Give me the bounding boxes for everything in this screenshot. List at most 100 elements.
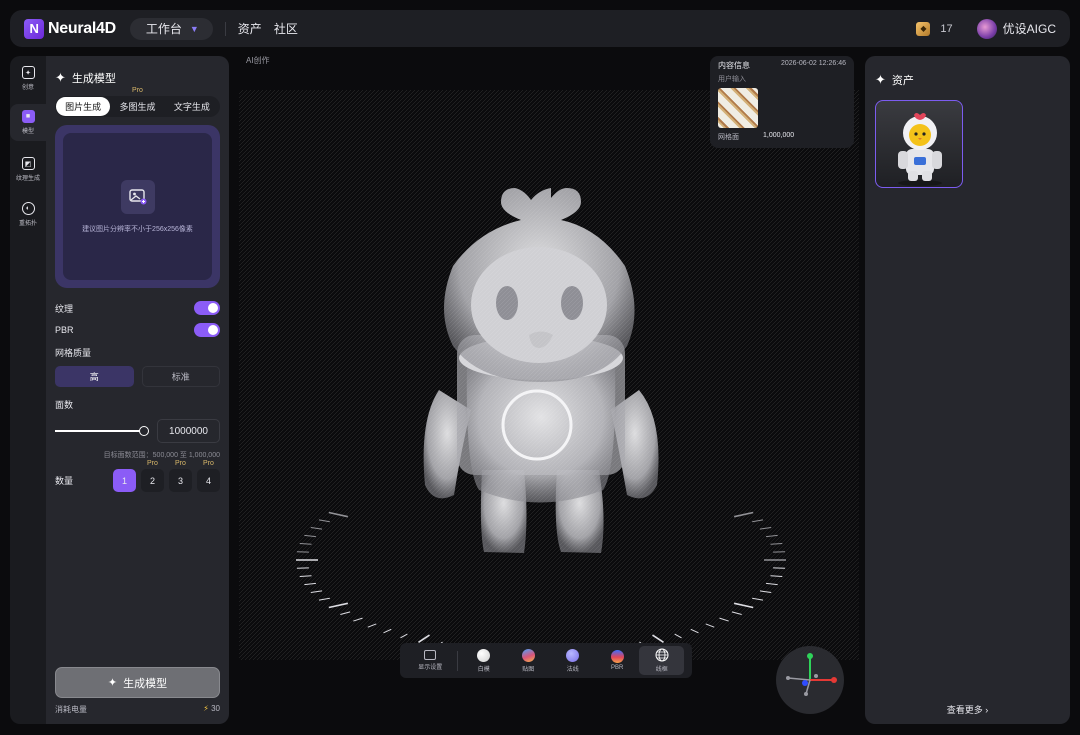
rail-item-label: 纹理生成 [15,176,40,182]
tool-label: 显示设置 [418,665,443,671]
sparkle-icon: ✦ [107,677,118,689]
sparkle-icon: ✦ [875,72,886,87]
tool-label: 白模 [477,666,490,673]
rail-item-label: 重拓扑 [18,221,37,227]
face-count-slider[interactable] [55,426,149,436]
cost-label: 消耗电量 [55,705,87,714]
face-count-label: 面数 [55,400,74,410]
tab-text[interactable]: 文字生成 [165,97,219,116]
panel-header: ✦ 生成模型 [55,70,220,86]
pro-badge: Pro [203,460,214,467]
breadcrumb: AI创作 [246,56,270,65]
quality-standard-button[interactable]: 标准 [141,366,220,387]
count-option-4[interactable]: Pro 4 [197,460,220,492]
face-count-row: 1000000 [55,419,220,443]
tool-label: 贴图 [522,666,535,673]
logo-icon: N [24,18,44,39]
generate-model-button[interactable]: ✦ 生成模型 [55,667,220,698]
pbr-toggle[interactable] [194,323,220,337]
image-upload-icon [120,179,155,214]
axis-gizmo[interactable] [776,646,844,714]
count-value: 4 [205,475,211,486]
display-settings-button[interactable]: 显示设置 [408,646,453,675]
white-sphere-icon [477,648,491,662]
face-range-note: 目标面数范围：500,000 至 1,000,000 [103,452,220,459]
tool-texture[interactable]: 贴图 [506,646,551,675]
pbr-label: PBR [55,325,74,335]
tool-normal[interactable]: 法线 [550,646,595,675]
brand-logo[interactable]: N Neural4D [24,18,116,39]
pro-badge: Pro [175,460,186,467]
texture-row: 纹理 [55,301,220,315]
tool-white-model[interactable]: 白模 [461,646,506,675]
upload-inner: 建议图片分辨率不小于256x256像素 [63,133,212,280]
chevron-down-icon: ▼ [189,23,199,34]
rail-item-label: 模型 [21,129,34,135]
info-timestamp: 2026-06-02 12:26:46 [781,60,846,67]
workspace-dropdown[interactable]: 工作台 ▼ [129,17,213,40]
chevron-right-icon: › [985,705,989,715]
rail-item-retopo[interactable]: ◐ 重拓扑 [10,202,46,227]
tab-label: 图片生成 [65,102,102,112]
tool-label: 线框 [655,667,668,673]
mesh-quality-label: 网格质量 [55,348,92,358]
tool-label: PBR [611,665,624,671]
tool-wireframe[interactable]: 线框 [639,646,684,675]
mode-tabs: 图片生成 Pro 多图生成 文字生成 [55,87,220,117]
generate-label: 生成模型 [123,677,168,690]
axis-gizmo-icon [786,653,837,696]
pbr-row: PBR [55,323,220,337]
asset-thumbnail[interactable] [875,100,963,188]
count-value: 2 [149,475,155,486]
credits-balance[interactable]: ◆ 17 [916,21,953,36]
nav-assets[interactable]: 资产 [238,20,262,37]
retopo-icon: ◐ [21,202,35,215]
texture-label: 纹理 [55,303,74,314]
tool-label: 法线 [566,666,579,673]
globe-icon [655,648,669,662]
rail-item-texture[interactable]: ◩ 纹理生成 [10,157,46,182]
coin-icon: ◆ [916,21,931,36]
mesh-quality-options: 高 标准 [55,366,220,387]
count-option-2[interactable]: Pro 2 [141,460,164,492]
texture-toggle[interactable] [194,301,220,315]
image-upload-zone[interactable]: 建议图片分辨率不小于256x256像素 [55,125,220,288]
user-menu[interactable]: 优设AIGC [976,18,1056,39]
cost-value: 30 [211,704,220,713]
tab-label: 文字生成 [173,102,210,112]
count-row: 数量 1 Pro 2 Pro 3 Pro 4 [55,460,220,492]
nav-community[interactable]: 社区 [274,20,298,37]
count-options: 1 Pro 2 Pro 3 Pro 4 [113,460,220,492]
pro-badge: Pro [147,460,158,467]
assets-panel: ✦ 资产 查看更多 › [865,56,1070,724]
cost-row: 消耗电量 ⚡ 30 [55,704,220,715]
texture-icon: ◩ [21,157,35,170]
model-viewport[interactable] [239,90,859,660]
tab-multi-image[interactable]: Pro 多图生成 [110,87,164,116]
count-option-3[interactable]: Pro 3 [169,460,192,492]
rail-item-model[interactable]: ■ 模型 [10,104,46,141]
avatar [976,18,997,39]
astronaut-thumbnail-image [898,113,942,186]
face-count-input[interactable]: 1000000 [157,419,220,443]
username: 优设AIGC [1002,22,1056,36]
wireframe-model [239,90,859,660]
info-footer: 网格面 1,000,000 [718,132,846,142]
generate-panel: ✦ 生成模型 图片生成 Pro 多图生成 文字生成 建议图片分辨率不小于256x… [46,56,229,724]
input-image-thumbnail[interactable] [718,88,758,128]
count-label: 数量 [55,476,74,486]
credits-count: 17 [940,22,953,35]
view-more-label: 查看更多 [946,705,983,715]
pbr-sphere-icon [610,650,624,663]
view-more-link[interactable]: 查看更多 › [865,703,1070,716]
count-option-1[interactable]: 1 [113,469,136,492]
tab-image[interactable]: 图片生成 [56,97,111,116]
brand-name: Neural4D [48,19,116,37]
rail-item-idea[interactable]: ✦ 创意 [10,66,46,91]
assets-header: ✦ 资产 [875,72,1060,88]
workspace-label: 工作台 [145,22,182,36]
sparkle-icon: ✦ [55,70,66,85]
tool-pbr[interactable]: PBR [595,646,640,675]
mesh-face-value: 1,000,000 [763,132,795,139]
quality-high-button[interactable]: 高 [55,366,134,387]
